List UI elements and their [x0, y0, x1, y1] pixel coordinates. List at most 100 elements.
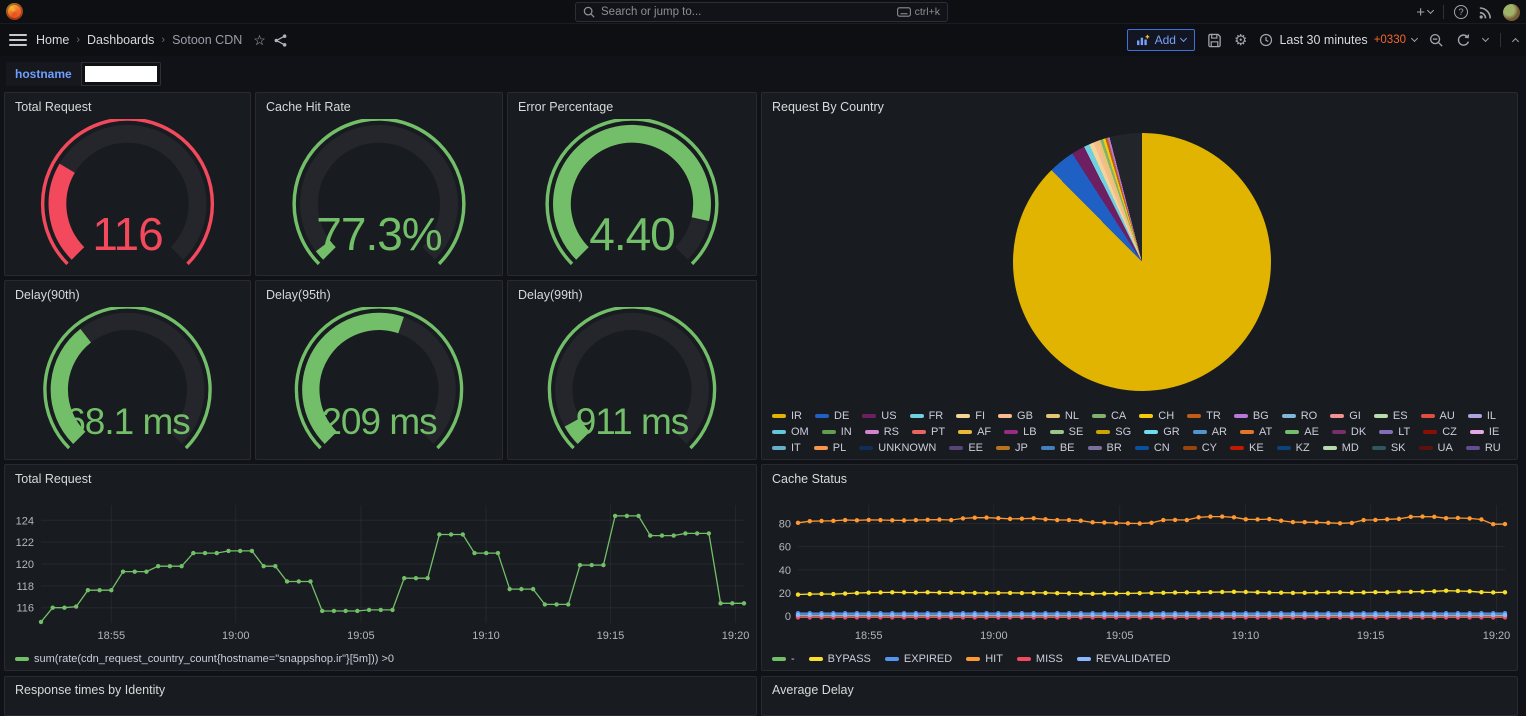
breadcrumb-dashboards[interactable]: Dashboards — [87, 33, 154, 47]
legend-item[interactable]: AE — [1285, 426, 1319, 438]
legend-item[interactable]: IN — [821, 426, 852, 438]
legend-item[interactable]: OM — [772, 426, 809, 438]
kiosk-mode-button[interactable] — [1511, 36, 1520, 46]
legend-item[interactable]: FI — [956, 410, 985, 422]
legend-item[interactable]: SE — [1049, 426, 1083, 438]
zoom-out-time-button[interactable] — [1429, 33, 1444, 48]
panel-cache-status: Cache Status 0 20 40 60 80 18:55 19:00 19:05 19:… — [761, 464, 1518, 671]
legend-swatch — [1045, 414, 1060, 418]
user-avatar[interactable] — [1503, 3, 1520, 21]
legend-item[interactable]: DE — [815, 410, 849, 422]
menu-toggle-button[interactable] — [9, 31, 27, 49]
svg-text:19:20: 19:20 — [1483, 630, 1511, 642]
panel-title[interactable]: Total Request — [5, 93, 250, 121]
legend-item[interactable]: JP — [996, 442, 1028, 454]
legend-item[interactable]: BR — [1087, 442, 1122, 454]
legend-item[interactable]: IR — [772, 410, 802, 422]
time-range-picker[interactable]: Last 30 minutes +0330 — [1259, 33, 1419, 47]
legend-item[interactable]: ES — [1373, 410, 1408, 422]
legend-item[interactable]: AR — [1192, 426, 1227, 438]
svg-text:122: 122 — [16, 537, 34, 549]
rss-icon — [1479, 6, 1491, 19]
refresh-interval-button[interactable] — [1481, 34, 1490, 43]
legend-item[interactable]: RO — [1281, 410, 1317, 422]
legend-item[interactable]: REVALIDATED — [1076, 653, 1171, 665]
legend-item[interactable]: IT — [772, 442, 801, 454]
legend-item[interactable]: SK — [1371, 442, 1406, 454]
legend-item[interactable]: AT — [1239, 426, 1272, 438]
legend-item[interactable]: PL — [813, 442, 846, 454]
legend-item[interactable]: NL — [1045, 410, 1079, 422]
help-button[interactable]: ? — [1454, 5, 1468, 19]
legend-item[interactable]: MISS — [1016, 653, 1063, 665]
legend-item[interactable]: MD — [1322, 442, 1359, 454]
refresh-icon — [1457, 33, 1470, 46]
legend-item[interactable]: CH — [1139, 410, 1174, 422]
legend-item[interactable]: IL — [1467, 410, 1496, 422]
legend-item[interactable]: CY — [1182, 442, 1217, 454]
panel-title[interactable]: Delay(90th) — [5, 281, 250, 309]
legend-item[interactable]: UA — [1418, 442, 1453, 454]
panel-title[interactable]: Error Percentage — [508, 93, 756, 121]
add-panel-button[interactable]: Add — [1126, 29, 1195, 51]
legend-item[interactable]: RU — [1465, 442, 1501, 454]
legend-item[interactable]: SG — [1096, 426, 1131, 438]
legend-item[interactable]: GR — [1144, 426, 1180, 438]
legend-item[interactable]: UNKNOWN — [859, 442, 936, 454]
panel-title[interactable]: Delay(95th) — [256, 281, 502, 309]
legend-label: NL — [1064, 410, 1079, 422]
legend-item[interactable]: US — [862, 410, 897, 422]
legend-item[interactable]: AF — [958, 426, 991, 438]
share-icon[interactable] — [273, 33, 288, 48]
save-dashboard-button[interactable] — [1207, 33, 1222, 48]
legend-item[interactable]: AU — [1420, 410, 1455, 422]
legend-label: - — [791, 653, 795, 665]
legend-item[interactable]: BYPASS — [808, 653, 871, 665]
legend-item[interactable]: LT — [1379, 426, 1410, 438]
news-button[interactable] — [1478, 5, 1493, 20]
legend-label: BYPASS — [827, 653, 871, 665]
legend-item[interactable]: PT — [912, 426, 945, 438]
search-input[interactable]: Search or jump to... ctrl+k — [575, 2, 948, 22]
legend-item[interactable]: GI — [1330, 410, 1361, 422]
panel-title[interactable]: Total Request — [5, 465, 756, 493]
legend-item[interactable]: GB — [998, 410, 1033, 422]
legend-item[interactable]: KE — [1229, 442, 1264, 454]
legend-item[interactable]: CZ — [1423, 426, 1457, 438]
new-item-button[interactable]: + — [1416, 5, 1435, 20]
panel-title[interactable]: Cache Hit Rate — [256, 93, 502, 121]
hostname-variable-input[interactable] — [80, 62, 161, 86]
legend-item[interactable]: FR — [909, 410, 943, 422]
legend-item[interactable]: EXPIRED — [884, 653, 952, 665]
legend-item[interactable]: EE — [949, 442, 983, 454]
legend-item[interactable]: DK — [1331, 426, 1366, 438]
legend-item[interactable]: TR — [1187, 410, 1221, 422]
legend-item[interactable]: IE — [1469, 426, 1499, 438]
legend-item[interactable]: sum(rate(cdn_request_country_count{hostn… — [15, 653, 394, 665]
grafana-logo-icon[interactable] — [6, 3, 23, 20]
legend-item[interactable]: BG — [1233, 410, 1269, 422]
panel-title[interactable]: Cache Status — [762, 465, 1517, 493]
legend-item[interactable]: HIT — [966, 653, 1003, 665]
legend-label: BG — [1252, 410, 1269, 422]
legend-item[interactable]: CN — [1134, 442, 1170, 454]
panel-title[interactable]: Request By Country — [762, 93, 1517, 121]
legend-label: IN — [840, 426, 852, 438]
pie-legend: IR DE US FR FI GB NL CA CH TR BG RO GI ES AU IL OM IN RS PT… — [772, 410, 1511, 454]
legend-item[interactable]: BE — [1040, 442, 1075, 454]
legend-item[interactable]: KZ — [1276, 442, 1310, 454]
legend-swatch — [1091, 414, 1106, 418]
legend-item[interactable]: RS — [864, 426, 899, 438]
breadcrumb-home[interactable]: Home — [36, 33, 69, 47]
legend-swatch — [862, 414, 877, 418]
legend-swatch — [1096, 430, 1111, 434]
svg-text:40: 40 — [779, 565, 791, 577]
dashboard-settings-button[interactable]: ⚙ — [1234, 31, 1247, 49]
legend-item[interactable]: LB — [1004, 426, 1037, 438]
svg-text:80: 80 — [779, 519, 791, 531]
panel-title[interactable]: Delay(99th) — [508, 281, 756, 309]
legend-item[interactable]: CA — [1091, 410, 1126, 422]
legend-item[interactable]: - — [772, 653, 795, 665]
refresh-button[interactable] — [1456, 33, 1471, 48]
favorite-star-icon[interactable]: ☆ — [253, 32, 266, 49]
